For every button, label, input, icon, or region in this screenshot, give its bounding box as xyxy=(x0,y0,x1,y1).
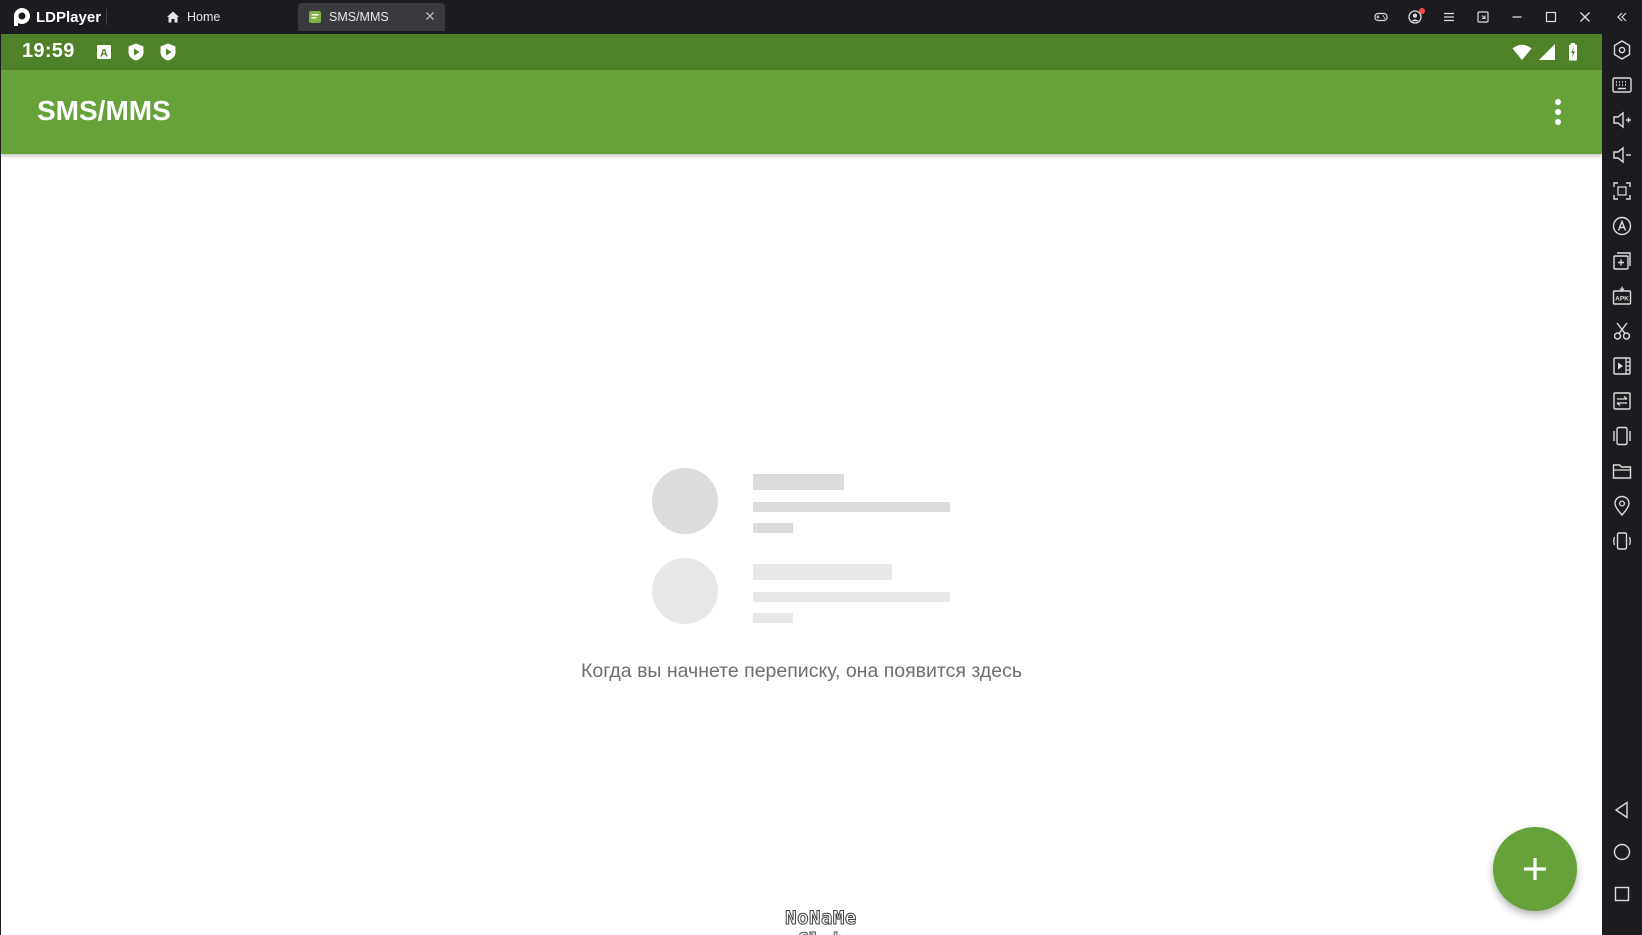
rotate-button[interactable] xyxy=(1611,530,1633,552)
wifi-icon xyxy=(1512,44,1532,60)
watermark: NoNaMe Club xyxy=(785,907,857,935)
new-conversation-fab[interactable] xyxy=(1493,827,1577,911)
title-bar: LDPlayer Home SMS/MMS xyxy=(0,0,1642,34)
screenshot-cut-button[interactable] xyxy=(1611,320,1633,342)
maximize-icon xyxy=(1545,11,1557,23)
app-name: LDPlayer xyxy=(36,8,102,26)
android-screen: 19:59 A SMS/MMS Когда вы начнете перепис… xyxy=(1,34,1602,935)
play-protect-icon-2 xyxy=(160,43,176,61)
svg-text:A: A xyxy=(100,48,108,60)
placeholder-line xyxy=(753,474,844,490)
placeholder-avatar xyxy=(652,468,718,534)
play-protect-icon xyxy=(128,43,144,61)
tab-close-icon[interactable] xyxy=(423,9,437,23)
fullscreen-button[interactable] xyxy=(1611,180,1633,202)
minimize-icon xyxy=(1512,16,1522,18)
placeholder-line xyxy=(753,613,793,623)
app-bar: SMS/MMS xyxy=(1,70,1602,154)
empty-state-message: Когда вы начнете переписку, она появится… xyxy=(580,660,1023,682)
location-icon xyxy=(1614,495,1630,517)
volume-down-icon xyxy=(1613,146,1631,164)
minimize-button[interactable] xyxy=(1500,0,1534,34)
tab-sms-mms[interactable]: SMS/MMS xyxy=(298,3,445,31)
apk-install-icon: APK xyxy=(1612,286,1632,305)
app-bar-title: SMS/MMS xyxy=(37,95,171,126)
window-controls xyxy=(1364,0,1642,34)
tab-home-label: Home xyxy=(187,10,221,24)
notification-dot xyxy=(1419,8,1425,14)
gamepad-button[interactable] xyxy=(1364,0,1398,34)
shared-folder-button[interactable] xyxy=(1611,460,1633,482)
placeholder-line xyxy=(753,564,892,580)
scissors-icon xyxy=(1613,322,1631,340)
ldplayer-logo-icon xyxy=(14,8,30,26)
status-time: 19:59 xyxy=(22,40,75,62)
account-button[interactable] xyxy=(1398,0,1432,34)
close-icon xyxy=(1580,12,1590,22)
nav-recents-button[interactable] xyxy=(1611,883,1633,905)
maximize-button[interactable] xyxy=(1534,0,1568,34)
rotate-icon xyxy=(1613,532,1631,550)
settings-button[interactable] xyxy=(1611,39,1633,61)
apk-install-button[interactable]: APK xyxy=(1611,285,1633,307)
status-bar: 19:59 A xyxy=(1,34,1602,70)
volume-up-button[interactable] xyxy=(1611,109,1633,131)
more-vert-icon xyxy=(1555,99,1561,125)
placeholder-avatar xyxy=(652,558,718,624)
volume-down-button[interactable] xyxy=(1611,144,1633,166)
overflow-menu-button[interactable] xyxy=(1544,96,1572,128)
battery-charging-icon xyxy=(1569,43,1577,61)
fullscreen-icon xyxy=(1613,182,1631,200)
location-button[interactable] xyxy=(1611,495,1633,517)
menu-button[interactable] xyxy=(1432,0,1466,34)
nav-home-button[interactable] xyxy=(1611,841,1633,863)
keyboard-button[interactable] xyxy=(1611,74,1633,96)
app-logo: LDPlayer xyxy=(12,7,101,27)
folder-icon xyxy=(1612,464,1632,479)
placeholder-line xyxy=(753,592,950,602)
tab-home[interactable]: Home xyxy=(162,3,292,31)
add-instance-icon xyxy=(1613,252,1631,270)
placeholder-line xyxy=(753,523,793,533)
gamepad-icon xyxy=(1374,12,1388,22)
sync-icon xyxy=(1613,392,1631,410)
volume-up-icon xyxy=(1613,111,1631,129)
menu-icon xyxy=(1444,12,1454,22)
restore-down-icon xyxy=(1477,11,1489,23)
emulator-toolbar: APK xyxy=(1602,34,1642,935)
nav-back-button[interactable] xyxy=(1611,799,1633,821)
add-instance-button[interactable] xyxy=(1611,250,1633,272)
settings-icon xyxy=(1613,40,1631,60)
svg-text:APK: APK xyxy=(1615,296,1629,303)
signal-icon xyxy=(1539,44,1555,60)
close-window-button[interactable] xyxy=(1568,0,1602,34)
tab-sms-label: SMS/MMS xyxy=(329,10,389,24)
restore-down-button[interactable] xyxy=(1466,0,1500,34)
sms-app-icon xyxy=(309,11,321,23)
home-icon xyxy=(167,11,179,23)
keyboard-icon xyxy=(1612,77,1632,93)
sync-button[interactable] xyxy=(1611,390,1633,412)
shake-button[interactable] xyxy=(1611,425,1633,447)
home-circle-icon xyxy=(1613,843,1631,861)
video-record-icon xyxy=(1613,357,1631,375)
placeholder-line xyxy=(753,502,950,512)
collapse-sidebar-icon xyxy=(1617,12,1627,22)
keyboard-a-icon: A xyxy=(97,45,111,60)
title-separator xyxy=(106,9,107,25)
plus-icon xyxy=(1524,858,1546,880)
operation-record-button[interactable] xyxy=(1611,215,1633,237)
video-record-button[interactable] xyxy=(1611,355,1633,377)
shake-icon xyxy=(1613,426,1631,446)
collapse-sidebar-button[interactable] xyxy=(1602,0,1642,34)
operation-record-icon xyxy=(1612,216,1632,236)
back-icon xyxy=(1614,801,1628,819)
recents-icon xyxy=(1614,886,1630,902)
